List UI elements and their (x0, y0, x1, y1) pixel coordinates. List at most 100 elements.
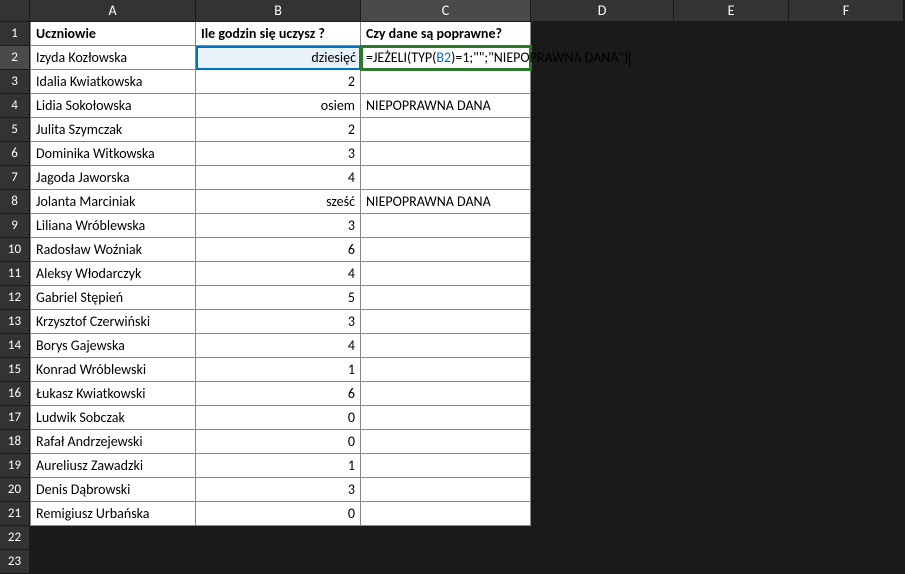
cell-A22[interactable] (30, 526, 196, 550)
row-header-15[interactable]: 15 (0, 358, 30, 382)
cell-C8[interactable]: NIEPOPRAWNA DANA (361, 190, 531, 214)
cell-D22[interactable] (531, 526, 674, 550)
cell-A4[interactable]: Lidia Sokołowska (30, 94, 196, 118)
cell-C2-editing[interactable]: =JEŻELI(TYP(B2)=1;"";"NIEPOPRAWNA DANA") (361, 46, 531, 70)
cell-F12[interactable] (789, 286, 904, 310)
cell-C13[interactable] (361, 310, 531, 334)
cell-A17[interactable]: Ludwik Sobczak (30, 406, 196, 430)
cell-C5[interactable] (361, 118, 531, 142)
col-header-F[interactable]: F (789, 0, 904, 22)
row-header-6[interactable]: 6 (0, 142, 30, 166)
cell-F9[interactable] (789, 214, 904, 238)
row-header-11[interactable]: 11 (0, 262, 30, 286)
cell-F22[interactable] (789, 526, 904, 550)
cell-B9[interactable]: 3 (196, 214, 361, 238)
cell-D13[interactable] (531, 310, 674, 334)
cell-E15[interactable] (674, 358, 789, 382)
cell-D3[interactable] (531, 70, 674, 94)
cell-F14[interactable] (789, 334, 904, 358)
cell-C11[interactable] (361, 262, 531, 286)
cell-A18[interactable]: Rafał Andrzejewski (30, 430, 196, 454)
cell-A9[interactable]: Liliana Wróblewska (30, 214, 196, 238)
cell-D1[interactable] (531, 22, 674, 46)
cell-E22[interactable] (674, 526, 789, 550)
row-header-8[interactable]: 8 (0, 190, 30, 214)
cell-B16[interactable]: 6 (196, 382, 361, 406)
cell-E11[interactable] (674, 262, 789, 286)
cell-A23[interactable] (30, 550, 196, 574)
cell-D6[interactable] (531, 142, 674, 166)
cell-F8[interactable] (789, 190, 904, 214)
cell-D8[interactable] (531, 190, 674, 214)
cell-C21[interactable] (361, 502, 531, 526)
cell-A7[interactable]: Jagoda Jaworska (30, 166, 196, 190)
col-header-C[interactable]: C (361, 0, 531, 22)
cell-A1[interactable]: Uczniowie (30, 22, 196, 46)
row-header-18[interactable]: 18 (0, 430, 30, 454)
row-header-2[interactable]: 2 (0, 46, 30, 70)
cell-E17[interactable] (674, 406, 789, 430)
cell-A5[interactable]: Julita Szymczak (30, 118, 196, 142)
cell-E19[interactable] (674, 454, 789, 478)
cell-F23[interactable] (789, 550, 904, 574)
cell-B6[interactable]: 3 (196, 142, 361, 166)
row-header-10[interactable]: 10 (0, 238, 30, 262)
row-header-13[interactable]: 13 (0, 310, 30, 334)
cell-B2[interactable]: dziesięć (196, 46, 361, 70)
cell-E23[interactable] (674, 550, 789, 574)
cell-C7[interactable] (361, 166, 531, 190)
cell-B5[interactable]: 2 (196, 118, 361, 142)
cell-B15[interactable]: 1 (196, 358, 361, 382)
col-header-E[interactable]: E (674, 0, 789, 22)
cell-E16[interactable] (674, 382, 789, 406)
cell-B12[interactable]: 5 (196, 286, 361, 310)
cell-F20[interactable] (789, 478, 904, 502)
cell-D12[interactable] (531, 286, 674, 310)
cell-B22[interactable] (196, 526, 361, 550)
cell-D21[interactable] (531, 502, 674, 526)
cell-C9[interactable] (361, 214, 531, 238)
cell-A19[interactable]: Aureliusz Zawadzki (30, 454, 196, 478)
cell-E2[interactable] (674, 46, 789, 70)
cell-C20[interactable] (361, 478, 531, 502)
cell-D4[interactable] (531, 94, 674, 118)
cell-F17[interactable] (789, 406, 904, 430)
cell-C6[interactable] (361, 142, 531, 166)
cell-C17[interactable] (361, 406, 531, 430)
row-header-22[interactable]: 22 (0, 526, 30, 550)
cell-D23[interactable] (531, 550, 674, 574)
cell-F21[interactable] (789, 502, 904, 526)
row-header-9[interactable]: 9 (0, 214, 30, 238)
cell-A2[interactable]: Izyda Kozłowska (30, 46, 196, 70)
row-header-16[interactable]: 16 (0, 382, 30, 406)
spreadsheet-grid[interactable]: A B C D E F 1 Uczniowie Ile godzin się u… (0, 0, 905, 574)
row-header-7[interactable]: 7 (0, 166, 30, 190)
cell-D20[interactable] (531, 478, 674, 502)
cell-E9[interactable] (674, 214, 789, 238)
row-header-3[interactable]: 3 (0, 70, 30, 94)
cell-C1[interactable]: Czy dane są poprawne? (361, 22, 531, 46)
cell-B19[interactable]: 1 (196, 454, 361, 478)
cell-C23[interactable] (361, 550, 531, 574)
cell-D5[interactable] (531, 118, 674, 142)
row-header-1[interactable]: 1 (0, 22, 30, 46)
cell-C12[interactable] (361, 286, 531, 310)
cell-C15[interactable] (361, 358, 531, 382)
cell-C3[interactable] (361, 70, 531, 94)
cell-C18[interactable] (361, 430, 531, 454)
cell-F6[interactable] (789, 142, 904, 166)
cell-A20[interactable]: Denis Dąbrowski (30, 478, 196, 502)
cell-E3[interactable] (674, 70, 789, 94)
cell-E14[interactable] (674, 334, 789, 358)
cell-F11[interactable] (789, 262, 904, 286)
cell-A21[interactable]: Remigiusz Urbańska (30, 502, 196, 526)
cell-E13[interactable] (674, 310, 789, 334)
row-header-4[interactable]: 4 (0, 94, 30, 118)
cell-A6[interactable]: Dominika Witkowska (30, 142, 196, 166)
row-header-23[interactable]: 23 (0, 550, 30, 574)
col-header-A[interactable]: A (30, 0, 196, 22)
cell-D16[interactable] (531, 382, 674, 406)
row-header-21[interactable]: 21 (0, 502, 30, 526)
cell-C14[interactable] (361, 334, 531, 358)
row-header-19[interactable]: 19 (0, 454, 30, 478)
